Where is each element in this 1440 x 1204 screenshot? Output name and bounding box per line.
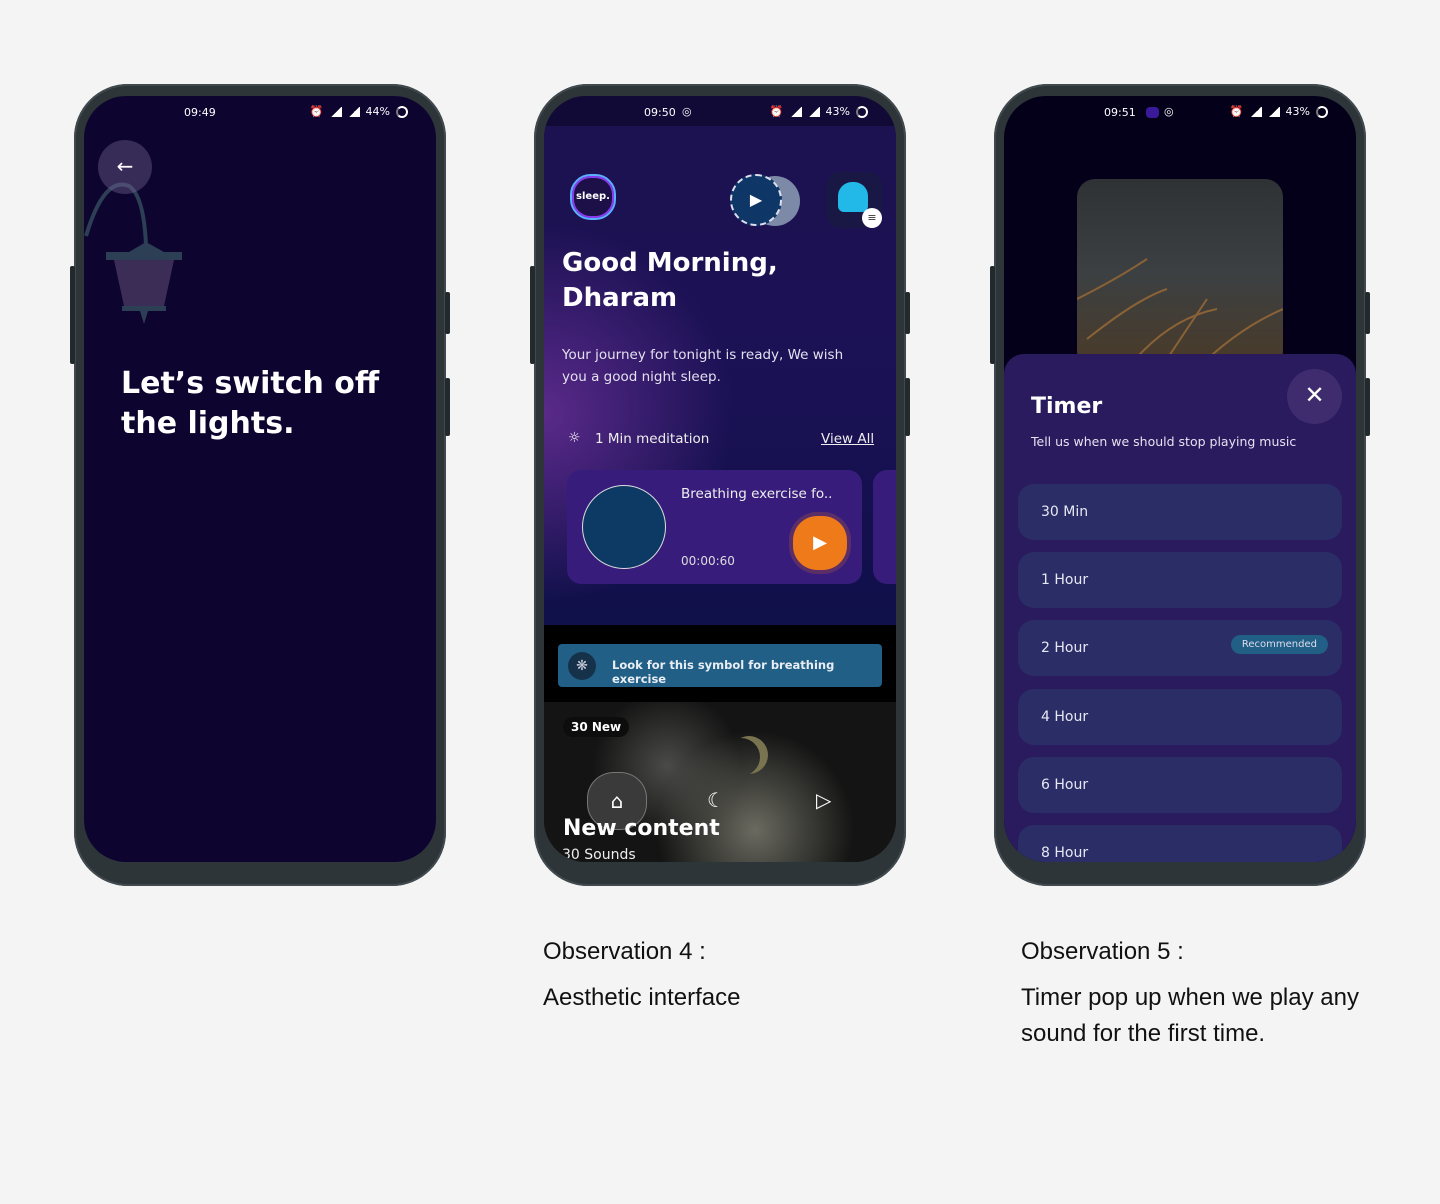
nav-sleep[interactable]: ☾ (707, 788, 725, 812)
status-time: 09:49 (184, 106, 216, 119)
arrow-left-icon: ← (116, 154, 134, 178)
timer-option[interactable]: 4 Hour (1018, 689, 1342, 745)
subtitle: Your journey for tonight is ready, We wi… (562, 347, 844, 385)
option-label: 1 Hour (1041, 572, 1089, 588)
timer-sheet: Timer ✕ Tell us when we should stop play… (1004, 354, 1356, 862)
back-button[interactable]: ← (98, 140, 152, 194)
option-label: 30 Min (1041, 504, 1089, 520)
status-bar: 09:51 ◎ ⏰ 43% (1004, 96, 1356, 126)
alarm-icon: ⏰ (1229, 105, 1244, 118)
phone-3: 09:51 ◎ ⏰ 43% Timer ✕ Tell us when we sho… (990, 84, 1370, 886)
screen-timer: 09:51 ◎ ⏰ 43% Timer ✕ Tell us when we sho… (1004, 96, 1356, 862)
app-notification-icon (1146, 107, 1159, 118)
recommended-badge: Recommended (1230, 635, 1328, 654)
screen-home: 09:50 ◎ ⏰ 43% sleep. ▶ ≡ Good Morning, Dha… (544, 96, 896, 862)
tip-banner: ❋ Look for this symbol for breathing exe… (558, 644, 882, 687)
screen-lights-off: 09:49 ⏰ 44% ← Let’s switch off the lights… (84, 96, 436, 862)
observation-5-text: Timer pop up when we play any sound for … (1021, 984, 1359, 1047)
battery-level: 43% (1285, 105, 1310, 118)
menu-icon[interactable]: ≡ (862, 208, 882, 228)
play-icon: ▶ (749, 190, 763, 209)
option-label: 4 Hour (1041, 709, 1089, 725)
card-duration: 00:00:60 (681, 554, 735, 568)
moon-stars-icon: ☾ (707, 788, 725, 812)
feature-title: New content (563, 816, 720, 841)
headline: Let’s switch off the lights. (121, 366, 380, 441)
profile-avatar[interactable]: ≡ (826, 172, 882, 228)
phone-2: 09:50 ◎ ⏰ 43% sleep. ▶ ≡ Good Morning, Dha… (530, 84, 910, 886)
status-time: 09:51 (1104, 106, 1136, 119)
tip-text: Look for this symbol for breathing exerc… (612, 658, 835, 686)
whatsapp-icon: ◎ (1164, 105, 1174, 118)
play-icon: ▶ (813, 532, 827, 553)
card-title: Breathing exercise fo.. (681, 486, 833, 502)
signal-icon (347, 106, 360, 117)
timer-option[interactable]: 6 Hour (1018, 757, 1342, 813)
moon-image (730, 736, 768, 774)
play-outline-icon: ▷ (816, 788, 832, 812)
section-title: 1 Min meditation (595, 431, 710, 447)
battery-level: 44% (365, 105, 390, 118)
close-icon: ✕ (1304, 381, 1325, 409)
meditation-card[interactable]: Breathing exercise fo.. 00:00:60 ▶ (567, 470, 862, 584)
status-bar: 09:50 ◎ ⏰ 43% (544, 96, 896, 126)
timer-option[interactable]: 30 Min (1018, 484, 1342, 540)
feature-subtitle: 30 Sounds (562, 847, 636, 862)
observation-5-title: Observation 5 : (1021, 938, 1184, 965)
now-playing-button[interactable]: ▶ (730, 174, 782, 226)
greeting: Good Morning, Dharam (562, 248, 778, 313)
option-label: 2 Hour (1041, 640, 1089, 656)
observation-4-title: Observation 4 : (543, 938, 706, 965)
breathing-symbol-icon: ❋ (568, 652, 596, 680)
close-button[interactable]: ✕ (1287, 369, 1342, 424)
timer-option[interactable]: 8 Hour (1018, 825, 1342, 862)
status-bar: 09:49 ⏰ 44% (84, 96, 436, 126)
timer-option[interactable]: 2 Hour Recommended (1018, 620, 1342, 676)
card-thumbnail (582, 485, 666, 569)
signal-icon (329, 106, 342, 117)
sheet-title: Timer (1031, 394, 1103, 419)
sound-artwork (1076, 179, 1284, 370)
alarm-icon: ⏰ (309, 105, 324, 118)
sunset-icon: ☼ (568, 430, 581, 446)
phone-1: 09:49 ⏰ 44% ← Let’s switch off the lights… (70, 84, 450, 886)
battery-level: 43% (825, 105, 850, 118)
new-badge: 30 New (563, 717, 630, 737)
wheat-grass-image (1076, 258, 1284, 370)
nav-play[interactable]: ▷ (816, 788, 831, 812)
timer-option[interactable]: 1 Hour (1018, 552, 1342, 608)
option-label: 8 Hour (1041, 845, 1089, 861)
ghost-avatar-icon (838, 182, 868, 212)
play-button[interactable]: ▶ (793, 516, 847, 570)
view-all-link[interactable]: View All (821, 431, 874, 447)
alarm-icon: ⏰ (769, 105, 784, 118)
option-label: 6 Hour (1041, 777, 1089, 793)
meditation-card-next[interactable] (873, 470, 896, 584)
home-icon: ⌂ (610, 789, 624, 813)
status-time: 09:50 (644, 106, 676, 119)
sheet-subtitle: Tell us when we should stop playing musi… (1031, 434, 1297, 449)
battery-icon (396, 105, 408, 118)
whatsapp-icon: ◎ (682, 105, 692, 118)
observation-4-text: Aesthetic interface (543, 984, 741, 1011)
app-logo: sleep. (570, 174, 616, 220)
